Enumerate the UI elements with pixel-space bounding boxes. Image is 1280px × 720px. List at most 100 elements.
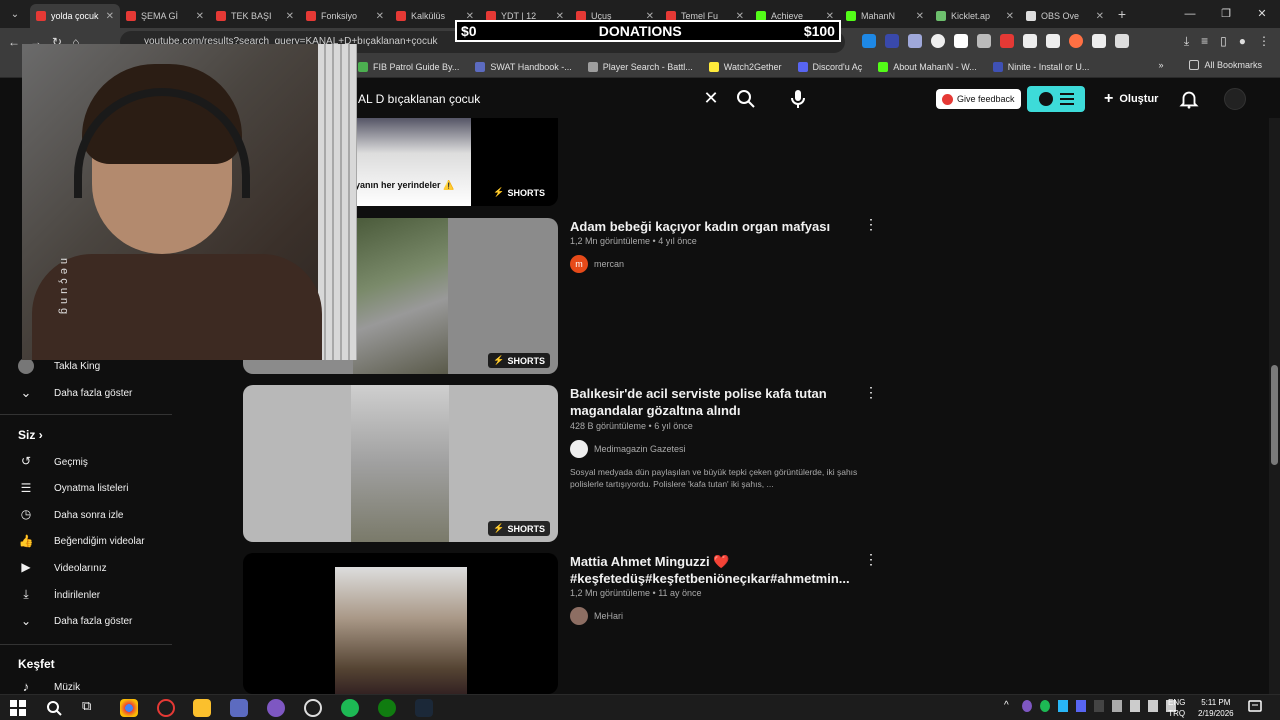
extension-icon[interactable] (977, 34, 991, 48)
notification-center-icon[interactable] (1248, 700, 1262, 714)
result-thumbnail[interactable] (243, 553, 558, 694)
tray-app-icon[interactable] (1112, 700, 1122, 712)
notifications-icon[interactable] (1178, 88, 1200, 110)
bookmark-item[interactable]: About MahanN - W... (870, 61, 985, 72)
sidebar-item-music[interactable]: ♪ Müzik (18, 679, 80, 695)
result-channel[interactable]: Medimagazin Gazetesi (570, 440, 686, 458)
language-indicator[interactable]: ENG TRQ (1168, 697, 1185, 719)
chrome-icon[interactable] (120, 699, 138, 717)
create-button[interactable]: + Oluştur (1096, 86, 1166, 112)
result-title[interactable]: Mattia Ahmet Minguzzi ❤️ #keşfetedüş#keş… (570, 553, 860, 587)
clock[interactable]: 5:11 PM 2/19/2026 (1198, 697, 1234, 719)
tray-mic-icon[interactable] (1130, 700, 1140, 712)
extension-icon[interactable] (931, 34, 945, 48)
tab-close-icon[interactable]: ✕ (1096, 11, 1104, 22)
split-icon[interactable]: ▯ (1220, 34, 1227, 49)
sidebar-show-more-subs[interactable]: ⌄ Daha fazla göster (18, 385, 133, 401)
tray-overflow-icon[interactable]: ^ (1004, 700, 1014, 712)
sidebar-item-playlist[interactable]: ☰ Oynatma listeleri (18, 481, 129, 497)
obs-icon[interactable] (304, 699, 322, 717)
clear-search-icon[interactable]: ✕ (700, 87, 722, 109)
bookmark-item[interactable]: FIB Patrol Guide By... (350, 61, 467, 72)
bookmark-item[interactable]: SWAT Handbook -... (467, 61, 579, 72)
sidebar-channel-takla-king[interactable]: Takla King (18, 358, 100, 374)
puzzle-icon[interactable] (1115, 34, 1129, 48)
browser-tab[interactable]: Fonksiyo ✕ (300, 4, 390, 28)
sidebar-item-chevron-down[interactable]: ⌄ Daha fazla göster (18, 614, 132, 630)
profile-icon[interactable]: ● (1239, 34, 1246, 49)
sidebar-you-heading[interactable]: Siz › (18, 428, 43, 442)
browser-tab[interactable]: Kicklet.ap ✕ (930, 4, 1020, 28)
tab-close-icon[interactable]: ✕ (1006, 11, 1014, 22)
back-icon[interactable]: ← (8, 35, 20, 49)
sidebar-item-video[interactable]: ▶ Videolarınız (18, 560, 106, 576)
task-view-icon[interactable]: ⧉ (82, 698, 91, 714)
tray-network-icon[interactable] (1148, 700, 1158, 712)
more-options-icon[interactable]: ⋮ (863, 384, 879, 401)
result-title[interactable]: Adam bebeği kaçıyor kadın organ mafyası (570, 218, 860, 235)
browser-tab[interactable]: MahanN ✕ (840, 4, 930, 28)
sidebar-item-history[interactable]: ↺ Geçmiş (18, 454, 88, 470)
media-icon[interactable]: ≡ (1201, 34, 1208, 49)
bookmark-item[interactable]: Watch2Gether (701, 61, 790, 72)
xbox-icon[interactable] (378, 699, 396, 717)
more-options-icon[interactable]: ⋮ (863, 551, 879, 568)
bookmark-item[interactable]: Discord'u Aç (790, 61, 871, 72)
more-options-icon[interactable]: ⋮ (863, 216, 879, 233)
new-tab-button[interactable]: + (1110, 6, 1134, 22)
browser-tab[interactable]: OBS Ove ✕ (1020, 4, 1110, 28)
sidebar-item-clock[interactable]: ◷ Daha sonra izle (18, 507, 124, 523)
tray-app-icon[interactable] (1094, 700, 1104, 712)
tab-search-icon[interactable]: ⌄ (0, 0, 30, 28)
tray-app-icon[interactable] (1022, 700, 1032, 712)
extension-icon[interactable] (1000, 34, 1014, 48)
tray-spotify-icon[interactable] (1040, 700, 1050, 712)
discord-icon[interactable] (267, 699, 285, 717)
extension-toggle-button[interactable] (1027, 86, 1085, 112)
browser-tab[interactable]: ŞEMA Gİ ✕ (120, 4, 210, 28)
search-icon[interactable] (734, 87, 758, 111)
download-icon[interactable]: ⤓ (1184, 34, 1189, 49)
scrollbar-thumb[interactable] (1271, 365, 1278, 465)
bookmark-item[interactable]: Player Search - Battl... (580, 61, 701, 72)
extension-icon[interactable] (885, 34, 899, 48)
all-bookmarks[interactable]: All Bookmarks (1181, 60, 1270, 70)
extension-icon[interactable] (1092, 34, 1106, 48)
steam-icon[interactable] (415, 699, 433, 717)
minimize-button[interactable]: — (1172, 0, 1208, 28)
extension-icon[interactable] (1023, 34, 1037, 48)
result-thumbnail[interactable]: ⚡ SHORTS (243, 385, 558, 542)
tab-close-icon[interactable]: ✕ (376, 11, 384, 22)
sidebar-item-download[interactable]: ⤓ İndirilenler (18, 587, 100, 603)
search-icon[interactable] (46, 700, 62, 716)
tab-close-icon[interactable]: ✕ (286, 11, 294, 22)
opera-icon[interactable] (157, 699, 175, 717)
tab-close-icon[interactable]: ✕ (196, 11, 204, 22)
maximize-button[interactable]: ❐ (1208, 0, 1244, 28)
browser-tab[interactable]: yolda çocuk ✕ (30, 4, 120, 28)
extension-icon[interactable] (1046, 34, 1060, 48)
extension-icon[interactable] (954, 34, 968, 48)
tab-close-icon[interactable]: ✕ (916, 11, 924, 22)
give-feedback-button[interactable]: Give feedback (936, 89, 1021, 109)
mic-icon[interactable] (786, 87, 810, 111)
extension-icon[interactable] (862, 34, 876, 48)
file-explorer-icon[interactable] (193, 699, 211, 717)
sidebar-item-thumbs-up[interactable]: 👍 Beğendiğim videolar (18, 534, 145, 550)
browser-tab[interactable]: TEK BAŞI ✕ (210, 4, 300, 28)
result-title[interactable]: Balıkesir'de acil serviste polise kafa t… (570, 385, 860, 419)
tray-telegram-icon[interactable] (1058, 700, 1068, 712)
spotify-icon[interactable] (341, 699, 359, 717)
menu-icon[interactable]: ⋮ (1258, 34, 1270, 49)
bookmark-item[interactable]: Ninite - Install or U... (985, 61, 1098, 72)
result-channel[interactable]: m mercan (570, 255, 624, 273)
account-avatar[interactable] (1224, 88, 1246, 110)
result-channel[interactable]: MeHari (570, 607, 623, 625)
app-icon[interactable] (230, 699, 248, 717)
extension-icon[interactable] (908, 34, 922, 48)
extension-icon[interactable] (1069, 34, 1083, 48)
close-window-button[interactable]: ✕ (1244, 0, 1280, 28)
windows-start-icon[interactable] (10, 700, 26, 716)
tab-close-icon[interactable]: ✕ (106, 11, 114, 22)
tray-discord-icon[interactable] (1076, 700, 1086, 712)
